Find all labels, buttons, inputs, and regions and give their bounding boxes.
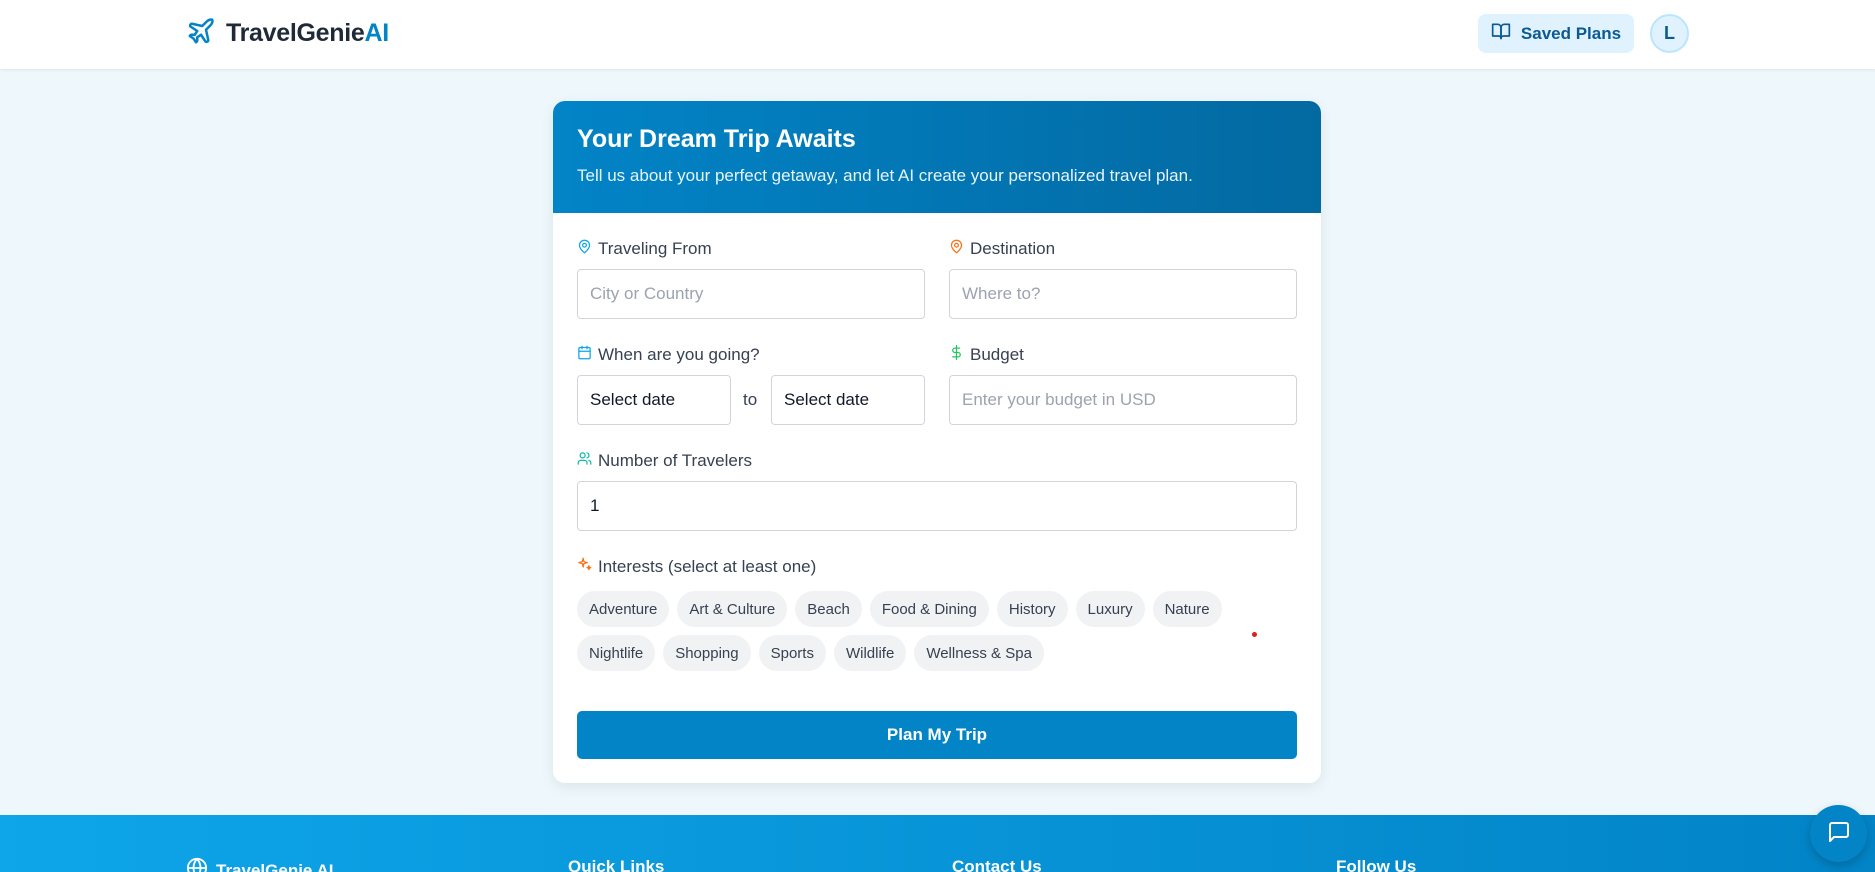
dollar-icon [949,345,964,365]
start-date-input[interactable] [577,375,731,425]
interest-chip[interactable]: Beach [795,591,862,627]
from-input[interactable] [577,269,925,319]
footer-quick-links: Quick Links [568,857,665,872]
plan-my-trip-button[interactable]: Plan My Trip [577,711,1297,759]
plane-icon [186,16,216,51]
chips-row: Adventure Art & Culture Beach Food & Dining… [577,591,1297,627]
budget-input[interactable] [949,375,1297,425]
date-separator: to [743,390,758,409]
interest-chip[interactable]: Wildlife [833,635,907,671]
sparkles-icon [577,557,592,577]
chips-row: Nightlife Shopping Sports Wildlife Wellness … [577,635,1297,671]
travelers-label: Number of Travelers [577,451,752,471]
footer-contact: Contact Us [952,857,1042,872]
interest-chip[interactable]: Wellness & Spa [914,635,1044,671]
budget-label: Budget [949,345,1024,365]
interest-chip[interactable]: Nightlife [577,635,656,671]
book-open-icon [1491,21,1511,46]
from-label: Traveling From [577,239,712,259]
interests-label: Interests (select at least one) [577,557,816,577]
interest-chip[interactable]: Nature [1152,591,1222,627]
interest-chip[interactable]: Food & Dining [869,591,989,627]
chat-button[interactable] [1810,805,1867,862]
destination-input[interactable] [949,269,1297,319]
interest-chip[interactable]: Luxury [1075,591,1145,627]
cursor-marker [1252,632,1257,637]
logo-text: TravelGenieAI [226,18,389,47]
logo-link[interactable]: TravelGenieAI [186,16,389,50]
card-header: Your Dream Trip Awaits Tell us about you… [553,101,1321,213]
form-title: Your Dream Trip Awaits [577,125,856,153]
interest-chip[interactable]: History [996,591,1068,627]
saved-plans-button[interactable]: Saved Plans [1478,14,1634,53]
interest-chip[interactable]: Shopping [663,635,751,671]
interest-chip[interactable]: Sports [758,635,826,671]
travelers-input[interactable] [577,481,1297,531]
footer-follow: Follow Us [1336,857,1417,872]
saved-plans-label: Saved Plans [1520,23,1622,43]
destination-label: Destination [949,239,1055,259]
form-subtitle: Tell us about your perfect getaway, and … [577,166,1193,185]
dates-label: When are you going? [577,345,760,365]
footer: TravelGenie AI Quick Links Contact Us Fo… [0,815,1875,872]
calendar-icon [577,345,592,365]
interest-chip[interactable]: Art & Culture [677,591,788,627]
map-pin-icon [949,239,964,259]
footer-brand: TravelGenie AI [186,857,333,872]
end-date-input[interactable] [771,375,925,425]
users-icon [577,451,592,471]
interest-chip[interactable]: Adventure [577,591,670,627]
top-navbar: TravelGenieAI Saved Plans L [0,0,1875,69]
chat-bubble-icon [1827,820,1851,847]
map-pin-icon [577,239,592,259]
user-avatar[interactable]: L [1650,14,1689,53]
interests-chips: Adventure Art & Culture Beach Food & Dining… [577,591,1297,679]
globe-icon [186,857,208,872]
trip-form-card: Your Dream Trip Awaits Tell us about you… [553,101,1321,783]
